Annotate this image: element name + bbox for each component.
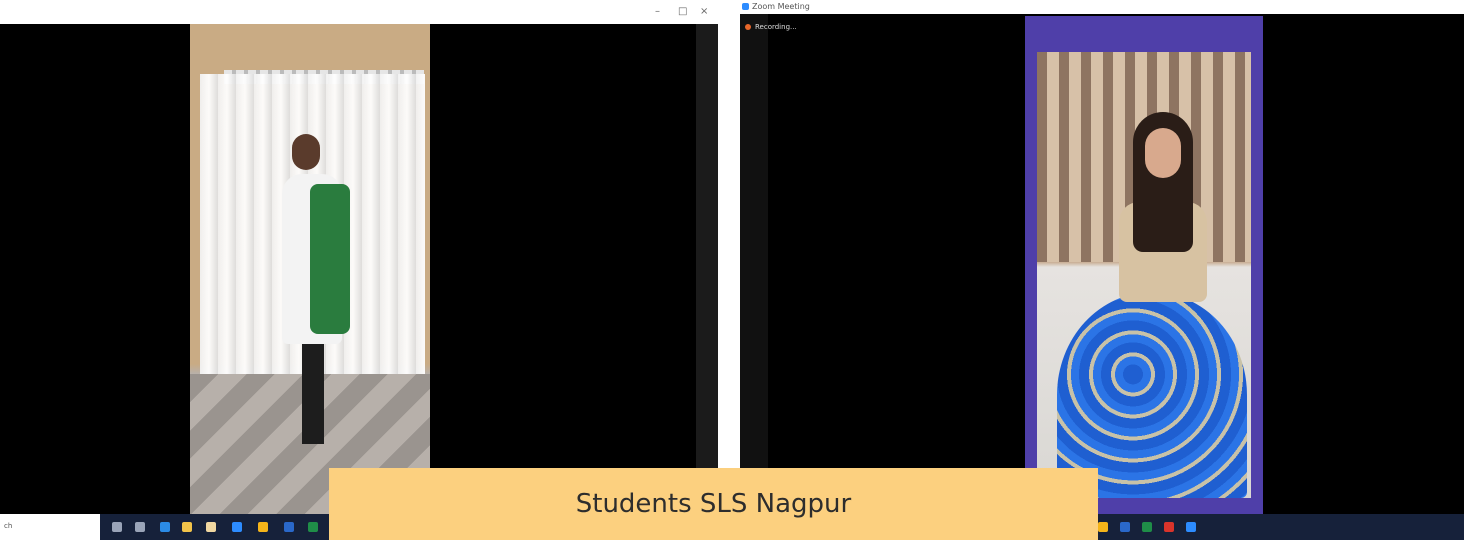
outlook-icon[interactable] <box>1120 522 1130 532</box>
acrobat-icon[interactable] <box>1164 522 1174 532</box>
caption-banner: Students SLS Nagpur <box>329 468 1098 540</box>
left-screenshot: – □ × ch <box>0 0 718 540</box>
zoom-window-title: Zoom Meeting <box>752 2 810 11</box>
taskbar-search-text: ch <box>4 522 13 530</box>
zoom-logo-icon <box>742 3 749 10</box>
chrome-icon[interactable] <box>1098 522 1108 532</box>
student-video-tile <box>1025 16 1263 516</box>
file-explorer-icon[interactable] <box>182 522 192 532</box>
taskbar-search-box[interactable]: ch <box>0 514 100 540</box>
store-icon[interactable] <box>206 522 216 532</box>
cortana-icon[interactable] <box>112 522 122 532</box>
right-scroll-area[interactable] <box>696 24 718 510</box>
student-photo <box>1037 52 1251 498</box>
recording-label: Recording... <box>755 23 797 31</box>
dancer-head <box>292 134 320 170</box>
zoom-side-panel <box>740 14 768 516</box>
minimize-icon[interactable]: – <box>655 6 660 17</box>
outlook-icon[interactable] <box>284 522 294 532</box>
recording-icon <box>745 24 751 30</box>
caption-text: Students SLS Nagpur <box>575 489 852 519</box>
chrome-icon[interactable] <box>258 522 268 532</box>
zoom-taskbar-icon[interactable] <box>1186 522 1196 532</box>
mail-icon[interactable] <box>232 522 242 532</box>
zoom-titlebar: Zoom Meeting <box>740 0 1464 14</box>
dancer-scarf <box>310 184 350 334</box>
dancer-video-tile <box>190 24 430 514</box>
dancer-legs <box>302 344 324 444</box>
face <box>1145 128 1181 178</box>
close-icon[interactable]: × <box>700 6 708 17</box>
task-view-icon[interactable] <box>135 522 145 532</box>
left-window-topbar: – □ × <box>0 0 718 24</box>
excel-icon[interactable] <box>1142 522 1152 532</box>
maximize-icon[interactable]: □ <box>678 6 687 17</box>
excel-icon[interactable] <box>308 522 318 532</box>
right-screenshot: Zoom Meeting Recording... <box>740 0 1464 540</box>
edge-icon[interactable] <box>160 522 170 532</box>
